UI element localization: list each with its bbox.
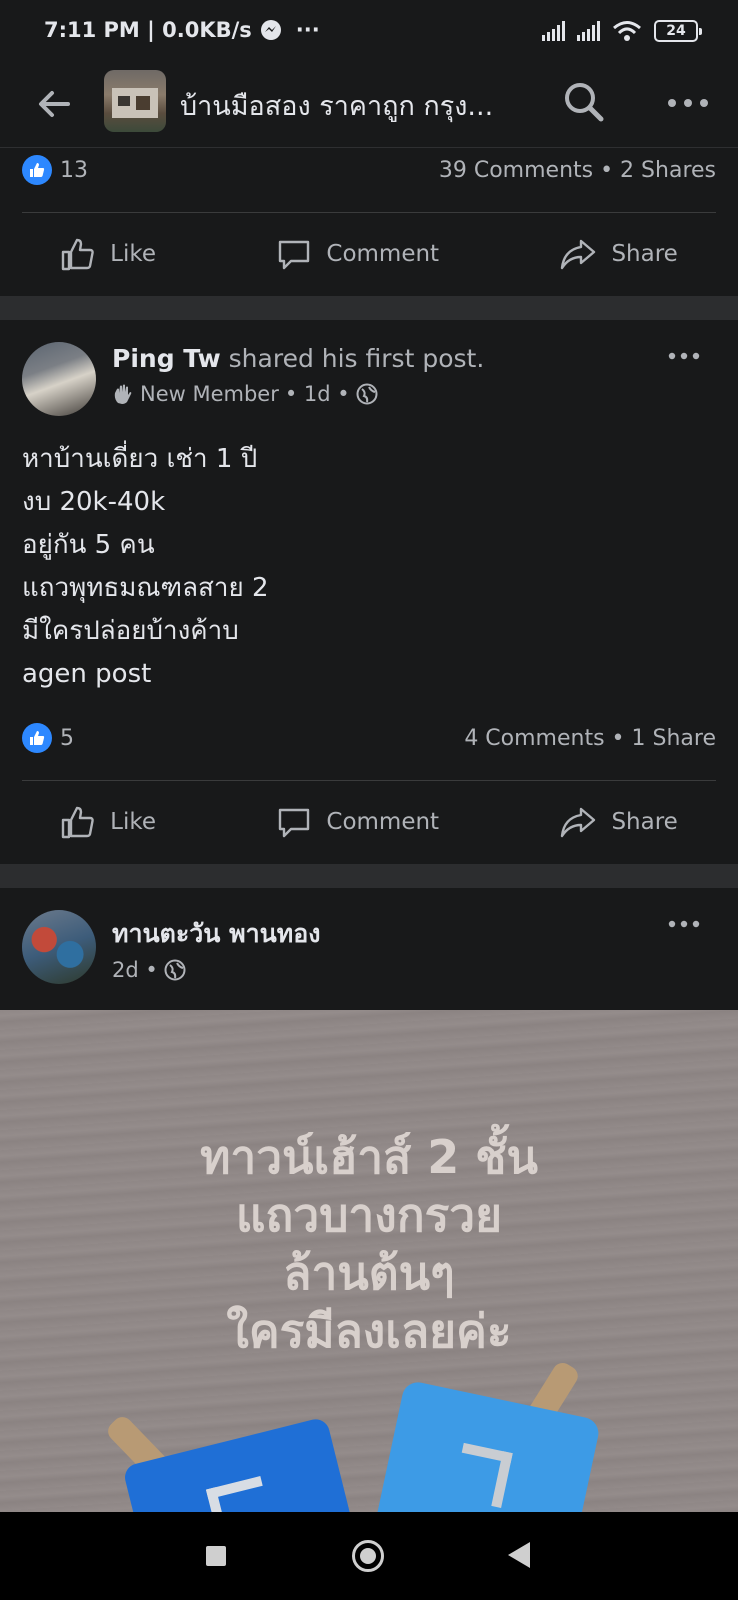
member-badge[interactable]: New Member: [140, 382, 279, 406]
nav-back-button[interactable]: [508, 1542, 530, 1568]
post-separator: [0, 296, 738, 320]
image-caption-line: ใครมีลงเลยค่ะ: [226, 1304, 512, 1358]
group-title[interactable]: บ้านมือสอง ราคาถูก กรุง...: [180, 84, 493, 127]
post-meta: 2d •: [112, 958, 186, 982]
post-author-line: Ping Tw shared his first post.: [112, 344, 484, 373]
recent-apps-button[interactable]: [206, 1546, 226, 1566]
status-left: 7:11 PM | 0.0KB/s ···: [44, 18, 320, 42]
share-button[interactable]: Share: [559, 236, 678, 272]
like-label: Like: [110, 241, 157, 267]
status-time-speed: 7:11 PM | 0.0KB/s: [44, 18, 252, 42]
comment-share-stats[interactable]: 4 Comments • 1 Share: [464, 726, 716, 751]
messenger-icon: [260, 20, 281, 40]
post-text-line: แถวพุทธมณฑลสาย 2: [22, 573, 269, 603]
more-dots-icon: [668, 99, 708, 107]
more-options-button[interactable]: [664, 88, 712, 118]
arrow-left-icon: [39, 91, 70, 117]
post-ping-actions: Like Comment Share: [0, 792, 738, 852]
search-button[interactable]: [562, 80, 606, 124]
comment-icon: [279, 808, 310, 838]
post-text-line: agen post: [22, 659, 152, 689]
post-text-line: งบ 20k-40k: [22, 487, 166, 517]
house-door: [136, 96, 150, 110]
spinning-top-blue: [103, 1384, 374, 1512]
post-text-line: มีใครปล่อยบ้างค้าบ: [22, 616, 239, 646]
post-author-line: ทานตะวัน พานทอง: [112, 914, 320, 954]
signal-1-icon: [542, 21, 565, 41]
thumbs-up-icon: [61, 806, 94, 839]
post-text: หาบ้านเดี่ยว เช่า 1 ปี งบ 20k-40k อยู่กั…: [22, 438, 269, 696]
comment-label: Comment: [326, 809, 440, 835]
share-button[interactable]: Share: [559, 804, 678, 840]
comment-button[interactable]: Comment: [276, 236, 439, 272]
more-dots-icon: [668, 920, 700, 928]
post-text-line: หาบ้านเดี่ยว เช่า 1 ปี: [22, 444, 258, 474]
image-caption-line: ล้านต้นๆ: [283, 1246, 455, 1300]
status-more: ···: [295, 18, 320, 42]
post-prev-reactions: 13 39 Comments • 2 Shares: [22, 152, 716, 188]
share-icon: [561, 239, 596, 270]
like-button[interactable]: Like: [60, 236, 156, 272]
avatar[interactable]: [22, 910, 96, 984]
post-separator: [0, 864, 738, 888]
globe-icon: [164, 959, 186, 981]
reaction-summary[interactable]: 5: [22, 723, 74, 753]
battery-icon: 24: [654, 20, 702, 42]
post-more-button[interactable]: [666, 346, 706, 366]
app-bar: บ้านมือสอง ราคาถูก กรุง...: [0, 66, 738, 148]
spinning-top-light-blue: [370, 1359, 616, 1512]
search-icon: [565, 83, 604, 122]
post-more-button[interactable]: [666, 914, 706, 934]
image-caption-line: แถวบางกรวย: [235, 1188, 503, 1242]
wifi-icon: [613, 21, 641, 41]
divider: [22, 212, 716, 213]
post-image[interactable]: ทาวน์เฮ้าส์ 2 ชั้น แถวบางกรวย ล้านต้นๆ ใ…: [0, 1010, 738, 1512]
like-reaction-icon: [22, 723, 52, 753]
share-icon: [561, 807, 596, 838]
post-time[interactable]: • 1d •: [285, 382, 350, 406]
status-bar: 7:11 PM | 0.0KB/s ··· 24: [0, 0, 738, 66]
post-meta: New Member • 1d •: [112, 382, 378, 406]
status-right: 24: [542, 20, 702, 42]
like-reaction-icon: [22, 155, 52, 185]
android-nav-bar: [0, 1512, 738, 1600]
divider: [22, 780, 716, 781]
image-caption: ทาวน์เฮ้าส์ 2 ชั้น แถวบางกรวย ล้านต้นๆ ใ…: [0, 1128, 738, 1360]
share-label: Share: [611, 809, 678, 835]
comment-icon: [279, 240, 310, 270]
house-window: [118, 96, 130, 106]
share-label: Share: [611, 241, 678, 267]
like-label: Like: [110, 809, 157, 835]
post-prev-actions: Like Comment Share: [0, 224, 738, 284]
signal-2-icon: [577, 21, 600, 41]
comment-share-stats[interactable]: 39 Comments • 2 Shares: [439, 158, 716, 183]
post-ping-reactions: 5 4 Comments • 1 Share: [22, 720, 716, 756]
home-button[interactable]: [352, 1540, 384, 1572]
globe-icon: [356, 383, 378, 405]
image-caption-line: ทาวน์เฮ้าส์ 2 ชั้น: [200, 1130, 538, 1184]
more-dots-icon: [668, 352, 700, 360]
like-count: 13: [60, 157, 88, 183]
comment-button[interactable]: Comment: [276, 804, 439, 840]
back-button[interactable]: [34, 84, 74, 124]
author-name[interactable]: Ping Tw: [112, 344, 221, 373]
avatar[interactable]: [22, 342, 96, 416]
like-button[interactable]: Like: [60, 804, 156, 840]
thumbs-up-icon: [61, 238, 94, 271]
author-action: shared his first post.: [220, 344, 485, 373]
author-name[interactable]: ทานตะวัน พานทอง: [112, 919, 320, 948]
comment-label: Comment: [326, 241, 440, 267]
group-cover-image[interactable]: [104, 70, 166, 132]
post-text-line: อยู่กัน 5 คน: [22, 530, 155, 560]
like-count: 5: [60, 725, 74, 751]
reaction-summary[interactable]: 13: [22, 155, 88, 185]
post-time[interactable]: 2d •: [112, 958, 158, 982]
wave-hand-icon: [114, 384, 132, 404]
